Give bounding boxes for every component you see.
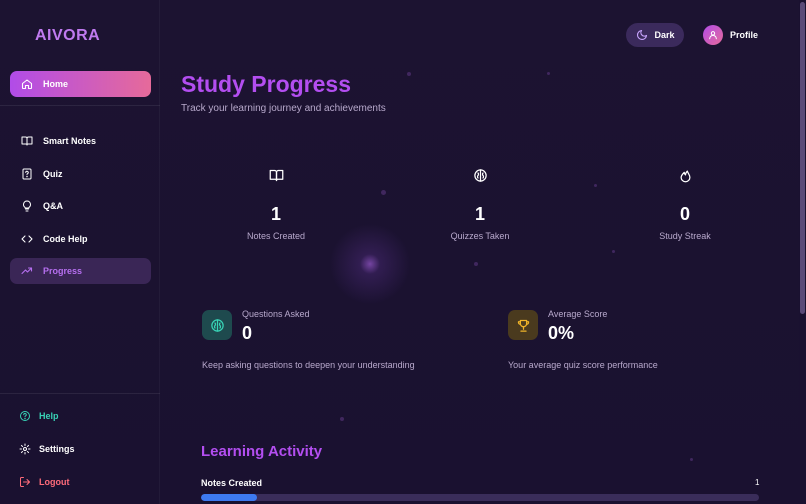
stat-value: 0 — [679, 204, 690, 224]
home-icon — [20, 78, 33, 91]
activity-progress-bar — [201, 494, 759, 501]
stat-value: 1 — [270, 204, 281, 224]
gear-icon — [18, 443, 31, 456]
sidebar-item-quiz[interactable]: Quiz — [10, 161, 151, 187]
sidebar-item-label: Logout — [39, 477, 70, 487]
stat-value: 1 — [474, 204, 485, 224]
card-label: Average Score — [548, 309, 608, 319]
moon-icon — [635, 29, 648, 42]
sidebar-item-label: Settings — [39, 444, 75, 454]
stat-notes-created: 1 Notes Created — [196, 168, 356, 241]
logout-icon — [18, 476, 31, 489]
activity-count: 1 — [755, 478, 760, 487]
card-value: 0 — [242, 323, 253, 343]
background-particle — [594, 184, 597, 187]
card-label: Questions Asked — [242, 309, 310, 319]
book-icon — [269, 168, 284, 188]
theme-toggle-label: Dark — [654, 30, 675, 40]
card-description: Keep asking questions to deepen your und… — [202, 360, 415, 370]
sidebar-item-code-help[interactable]: Code Help — [10, 226, 151, 252]
sidebar-item-help[interactable]: Help — [18, 408, 59, 424]
card-value: 0% — [548, 323, 575, 343]
profile-label: Profile — [730, 30, 759, 40]
stat-study-streak: 0 Study Streak — [605, 168, 765, 241]
background-particle — [407, 72, 411, 76]
stat-label: Quizzes Taken — [450, 231, 510, 241]
activity-progress-fill — [201, 494, 257, 501]
sidebar-item-progress[interactable]: Progress — [10, 258, 151, 284]
scrollbar-thumb[interactable] — [800, 2, 805, 314]
background-particle — [381, 190, 386, 195]
sidebar-item-label: Code Help — [43, 234, 88, 244]
sidebar-item-settings[interactable]: Settings — [18, 441, 75, 457]
activity-label: Notes Created — [201, 478, 263, 488]
stat-quizzes-taken: 1 Quizzes Taken — [400, 168, 560, 241]
section-title: Learning Activity — [201, 443, 323, 460]
brand-logo[interactable]: AIVORA — [35, 27, 100, 45]
background-particle — [340, 417, 344, 421]
sidebar-item-label: Smart Notes — [43, 136, 97, 146]
sidebar-item-label: Progress — [43, 266, 83, 276]
trending-up-icon — [20, 265, 33, 278]
sidebar-item-label: Quiz — [43, 169, 63, 179]
sidebar: AIVORA Home Smart Notes Quiz Q&A Code He… — [0, 0, 160, 504]
page-subtitle: Track your learning journey and achievem… — [181, 103, 386, 114]
page-title: Study Progress — [181, 71, 351, 97]
code-icon — [20, 233, 33, 246]
background-particle — [474, 262, 478, 266]
avatar — [703, 25, 723, 45]
sidebar-item-label: Q&A — [43, 201, 63, 211]
sidebar-item-smart-notes[interactable]: Smart Notes — [10, 128, 151, 154]
brain-icon — [202, 310, 232, 340]
sidebar-item-qa[interactable]: Q&A — [10, 193, 151, 219]
brain-icon — [473, 168, 488, 188]
flame-icon — [678, 168, 693, 188]
background-particle — [547, 72, 550, 75]
sidebar-item-logout[interactable]: Logout — [18, 474, 70, 490]
profile-button[interactable]: Profile — [703, 25, 758, 45]
background-particle — [612, 250, 615, 253]
sidebar-item-label: Help — [39, 411, 59, 421]
lightbulb-icon — [20, 200, 33, 213]
quiz-icon — [20, 168, 33, 181]
sidebar-divider — [0, 105, 160, 106]
theme-toggle-button[interactable]: Dark — [626, 23, 684, 47]
trophy-icon — [508, 310, 538, 340]
stat-label: Study Streak — [659, 231, 711, 241]
card-description: Your average quiz score performance — [508, 360, 658, 370]
user-icon — [709, 31, 717, 40]
sidebar-item-home[interactable]: Home — [10, 71, 151, 97]
sidebar-divider — [0, 393, 160, 394]
book-icon — [20, 135, 33, 148]
help-icon — [18, 410, 31, 423]
sidebar-item-label: Home — [43, 79, 69, 89]
stat-label: Notes Created — [246, 231, 306, 241]
background-particle — [690, 458, 693, 461]
